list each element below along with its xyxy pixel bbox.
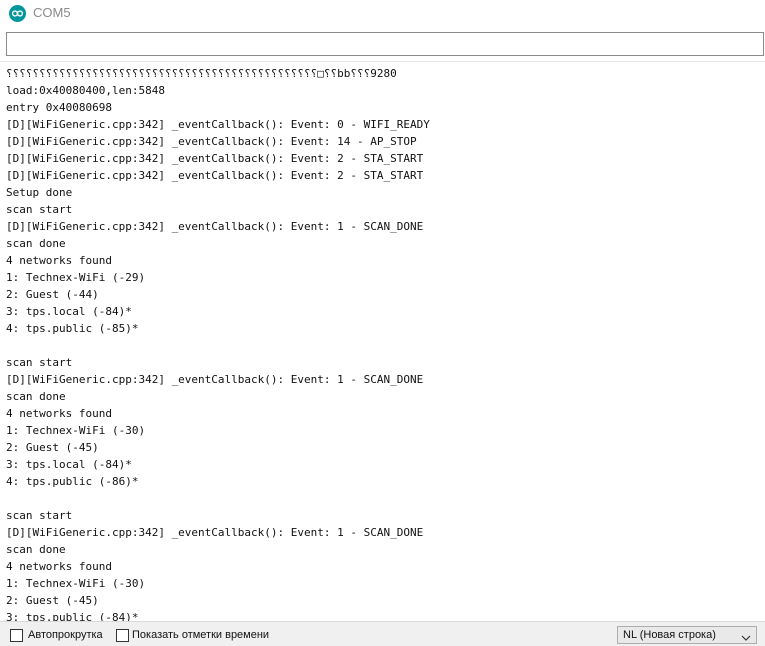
serial-output-line: 4 networks found <box>6 254 112 267</box>
serial-output-line: scan done <box>6 237 66 250</box>
serial-output-line: 4: tps.public (-86)* <box>6 475 139 488</box>
show-timestamps-checkbox[interactable] <box>116 629 129 642</box>
line-ending-select[interactable]: NL (Новая строка) <box>617 626 757 644</box>
serial-output-line: [D][WiFiGeneric.cpp:342] _eventCallback(… <box>6 220 424 233</box>
serial-output-line: 2: Guest (-45) <box>6 594 99 607</box>
serial-output[interactable]: ⸮⸮⸮⸮⸮⸮⸮⸮⸮⸮⸮⸮⸮⸮⸮⸮⸮⸮⸮⸮⸮⸮⸮⸮⸮⸮⸮⸮⸮⸮⸮⸮⸮⸮⸮⸮⸮⸮⸮⸮… <box>0 61 765 622</box>
serial-output-line: [D][WiFiGeneric.cpp:342] _eventCallback(… <box>6 152 424 165</box>
serial-output-line <box>6 337 430 354</box>
serial-output-line: [D][WiFiGeneric.cpp:342] _eventCallback(… <box>6 135 417 148</box>
serial-output-line: 2: Guest (-45) <box>6 441 99 454</box>
serial-output-lines: ⸮⸮⸮⸮⸮⸮⸮⸮⸮⸮⸮⸮⸮⸮⸮⸮⸮⸮⸮⸮⸮⸮⸮⸮⸮⸮⸮⸮⸮⸮⸮⸮⸮⸮⸮⸮⸮⸮⸮⸮… <box>6 65 430 622</box>
show-timestamps-label: Показать отметки времени <box>132 629 270 641</box>
serial-output-line: [D][WiFiGeneric.cpp:342] _eventCallback(… <box>6 118 430 131</box>
serial-output-line <box>6 490 430 507</box>
serial-output-line: 2: Guest (-44) <box>6 288 99 301</box>
serial-output-line: 4: tps.public (-85)* <box>6 322 139 335</box>
serial-output-line: [D][WiFiGeneric.cpp:342] _eventCallback(… <box>6 373 424 386</box>
serial-output-line: scan start <box>6 203 73 216</box>
serial-output-line: entry 0x40080698 <box>6 101 112 114</box>
serial-output-line: 3: tps.local (-84)* <box>6 305 132 318</box>
arduino-infinity-icon <box>9 5 26 22</box>
serial-output-line: 1: Technex-WiFi (-30) <box>6 424 146 437</box>
serial-output-line: load:0x40080400,len:5848 <box>6 84 165 97</box>
serial-output-line: scan start <box>6 509 73 522</box>
serial-output-line: scan done <box>6 543 66 556</box>
serial-output-line: ⸮⸮⸮⸮⸮⸮⸮⸮⸮⸮⸮⸮⸮⸮⸮⸮⸮⸮⸮⸮⸮⸮⸮⸮⸮⸮⸮⸮⸮⸮⸮⸮⸮⸮⸮⸮⸮⸮⸮⸮… <box>6 67 397 80</box>
serial-output-line: 4 networks found <box>6 560 112 573</box>
chevron-down-icon <box>741 630 751 641</box>
serial-output-line: 1: Technex-WiFi (-30) <box>6 577 146 590</box>
serial-output-line: 4 networks found <box>6 407 112 420</box>
send-bar <box>0 27 765 61</box>
serial-monitor-window: COM5 ⸮⸮⸮⸮⸮⸮⸮⸮⸮⸮⸮⸮⸮⸮⸮⸮⸮⸮⸮⸮⸮⸮⸮⸮⸮⸮⸮⸮⸮⸮⸮⸮⸮⸮⸮… <box>0 0 765 646</box>
serial-output-line: 1: Technex-WiFi (-29) <box>6 271 146 284</box>
line-ending-value: NL (Новая строка) <box>623 629 716 641</box>
autoscroll-checkbox[interactable] <box>10 629 23 642</box>
serial-output-line: [D][WiFiGeneric.cpp:342] _eventCallback(… <box>6 169 424 182</box>
send-input[interactable] <box>6 32 764 56</box>
title-bar: COM5 <box>0 0 765 27</box>
serial-output-line: Setup done <box>6 186 73 199</box>
window-title: COM5 <box>33 5 71 20</box>
serial-output-line: scan start <box>6 356 73 369</box>
autoscroll-label: Автопрокрутка <box>28 629 103 641</box>
serial-output-line: scan done <box>6 390 66 403</box>
serial-output-line: [D][WiFiGeneric.cpp:342] _eventCallback(… <box>6 526 424 539</box>
serial-output-line: 3: tps.local (-84)* <box>6 458 132 471</box>
status-bar: Автопрокрутка Показать отметки времени N… <box>0 621 765 646</box>
